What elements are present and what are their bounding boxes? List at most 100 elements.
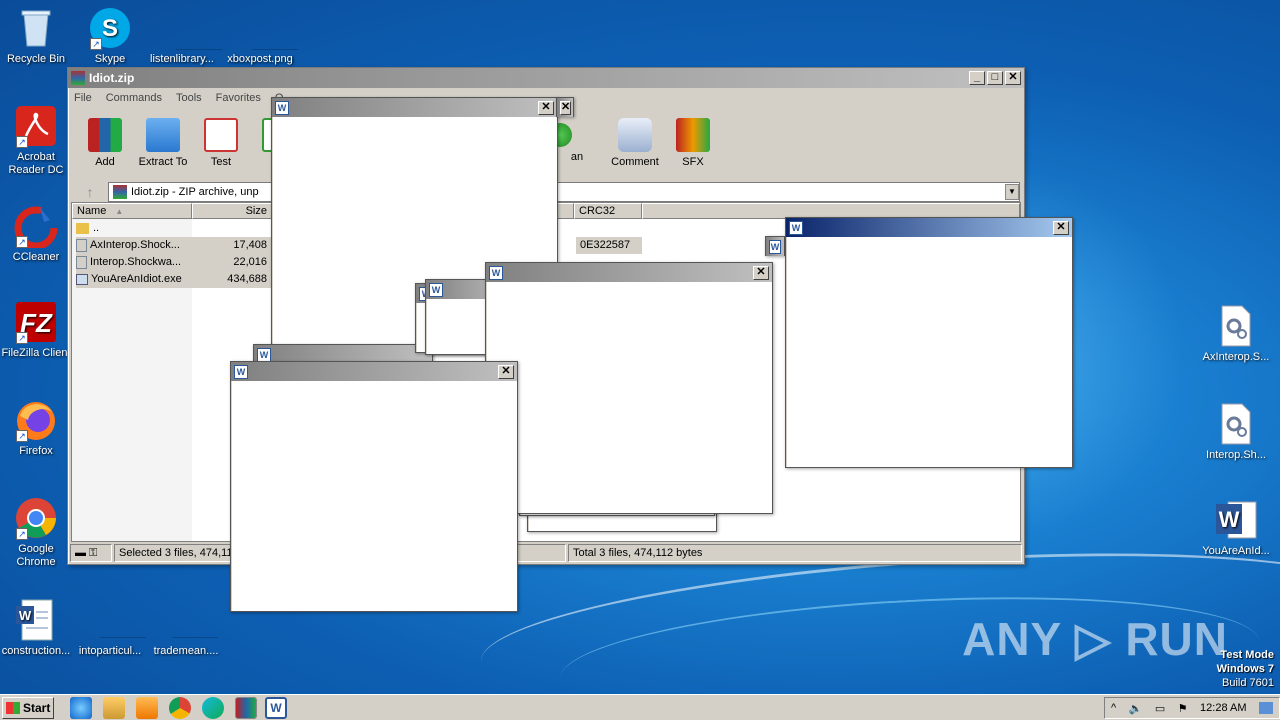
- idiot-popup-window[interactable]: ✕: [556, 97, 574, 117]
- word-taskbar-icon[interactable]: W: [265, 696, 287, 719]
- desktop-icon-chrome[interactable]: ↗ Google Chrome: [0, 496, 72, 569]
- action-center-flag-icon[interactable]: ⚑: [1178, 702, 1188, 715]
- file-icon: [88, 598, 146, 642]
- column-header-name[interactable]: Name ▲: [72, 203, 192, 219]
- file-crc: 0E322587: [576, 237, 642, 254]
- desktop-icon-xboxpost[interactable]: xboxpost.png: [224, 6, 298, 66]
- table-row[interactable]: Interop.Shockwa... 22,016: [76, 254, 271, 271]
- desktop-icon-interop[interactable]: Interop.Sh...: [1200, 402, 1272, 462]
- extract-label: Extract To: [138, 156, 188, 168]
- popup-title-bar[interactable]: W: [766, 237, 784, 256]
- ie-icon[interactable]: [70, 696, 92, 719]
- shortcut-arrow-icon: ↗: [90, 38, 102, 50]
- idiot-popup-window[interactable]: W ✕: [230, 361, 518, 612]
- tray-expand-icon[interactable]: ^: [1111, 702, 1116, 714]
- desktop-icon-firefox[interactable]: ↗ Firefox: [0, 398, 72, 458]
- idiot-popup-window-active[interactable]: W ✕: [785, 217, 1073, 468]
- shortcut-arrow-icon: ↗: [16, 528, 28, 540]
- word-doc-icon: W: [14, 598, 58, 642]
- word-icon: W: [789, 220, 803, 235]
- up-arrow-icon[interactable]: ↑: [72, 184, 108, 200]
- desktop-icon-acrobat[interactable]: ↗ Acrobat Reader DC: [0, 104, 72, 177]
- comment-button[interactable]: Comment: [606, 118, 664, 168]
- desktop-icon-trademean[interactable]: trademean....: [150, 598, 222, 658]
- idiot-popup-window[interactable]: W ✕: [485, 262, 773, 514]
- test-button[interactable]: Test: [192, 118, 250, 168]
- edge-icon[interactable]: [202, 696, 224, 719]
- add-button[interactable]: Add: [76, 118, 134, 168]
- windows-logo-icon: [6, 701, 20, 714]
- close-button[interactable]: ✕: [498, 364, 514, 379]
- chrome-icon[interactable]: [169, 696, 191, 719]
- network-icon[interactable]: ▭: [1155, 702, 1165, 715]
- shortcut-arrow-icon: ↗: [16, 236, 28, 248]
- file-name: Interop.Shockwa...: [90, 256, 182, 268]
- popup-title-bar[interactable]: W ✕: [231, 362, 517, 381]
- word-icon: W: [1214, 498, 1258, 542]
- desktop-icon-label: Recycle Bin: [6, 53, 66, 65]
- menu-favorites[interactable]: Favorites: [216, 92, 261, 104]
- dropdown-arrow-icon[interactable]: ▼: [1005, 184, 1019, 200]
- desktop-icon-listenlibrary[interactable]: listenlibrary...: [146, 6, 222, 66]
- close-button[interactable]: ✕: [538, 100, 554, 115]
- desktop-icon-label: trademean....: [153, 645, 219, 657]
- menu-commands[interactable]: Commands: [106, 92, 162, 104]
- start-button[interactable]: Start: [2, 696, 54, 719]
- zip-icon: [113, 185, 127, 199]
- drive-icon[interactable]: ▬ ⚿: [70, 544, 112, 562]
- desktop-icon-youareanidiot[interactable]: W YouAreAnId...: [1200, 498, 1272, 558]
- system-tray: ^ 🔈 ▭ ⚑ 12:28 AM: [1104, 697, 1280, 719]
- column-header-size[interactable]: Size: [192, 203, 272, 219]
- table-row[interactable]: YouAreAnIdiot.exe 434,688: [76, 271, 271, 288]
- word-icon: W: [489, 265, 503, 280]
- close-button[interactable]: ✕: [560, 100, 572, 115]
- popup-title-bar[interactable]: ✕: [557, 98, 573, 117]
- idiot-popup-window[interactable]: W: [765, 236, 785, 256]
- winrar-taskbar-icon[interactable]: [235, 696, 257, 719]
- desktop-icon-construction[interactable]: W construction...: [0, 598, 72, 658]
- list-item[interactable]: ..: [76, 220, 99, 237]
- desktop-icon-skype[interactable]: S ↗ Skype: [74, 6, 146, 66]
- popup-title-bar[interactable]: W ✕: [786, 218, 1072, 237]
- file-size: 434,688: [227, 273, 267, 285]
- media-player-icon[interactable]: [136, 696, 158, 719]
- shortcut-arrow-icon: ↗: [16, 332, 28, 344]
- show-desktop-icon[interactable]: [1258, 702, 1273, 714]
- svg-text:W: W: [1219, 507, 1240, 532]
- desktop-icon-intoparticul[interactable]: intoparticul...: [74, 598, 146, 658]
- address-field[interactable]: Idiot.zip - ZIP archive, unp ▼: [108, 182, 1020, 202]
- file-name: YouAreAnIdiot.exe: [91, 273, 182, 285]
- clock[interactable]: 12:28 AM: [1200, 702, 1246, 714]
- minimize-button[interactable]: _: [969, 71, 985, 85]
- image-file-icon: [238, 6, 298, 50]
- recycle-bin-icon: [14, 6, 58, 50]
- desktop-icon-recycle-bin[interactable]: Recycle Bin: [0, 6, 72, 66]
- explorer-folder-icon[interactable]: [103, 696, 125, 719]
- folder-up-icon: [76, 222, 89, 234]
- desktop-icon-ccleaner[interactable]: ↗ CCleaner: [0, 204, 72, 264]
- desktop-icon-label: AxInterop.S...: [1202, 351, 1270, 363]
- table-row[interactable]: AxInterop.Shock... 17,408: [76, 237, 271, 254]
- column-header-crc[interactable]: CRC32: [574, 203, 642, 219]
- dll-file-icon: [76, 238, 87, 252]
- close-button[interactable]: ✕: [1053, 220, 1069, 235]
- volume-icon[interactable]: 🔈: [1129, 702, 1143, 715]
- close-button[interactable]: ✕: [1005, 71, 1021, 85]
- title-bar[interactable]: Idiot.zip _ □ ✕: [68, 68, 1024, 88]
- menu-file[interactable]: File: [74, 92, 92, 104]
- desktop-icon-filezilla[interactable]: FZ ↗ FileZilla Client: [0, 300, 72, 360]
- desktop-icon-label: Interop.Sh...: [1206, 449, 1266, 461]
- popup-title-bar[interactable]: W ✕: [486, 263, 772, 282]
- close-button[interactable]: ✕: [753, 265, 769, 280]
- maximize-button[interactable]: □: [987, 71, 1003, 85]
- desktop-icon-label: listenlibrary...: [150, 53, 214, 65]
- desktop-icon-label: Google Chrome: [16, 543, 56, 568]
- desktop-icon-axinterop[interactable]: AxInterop.S...: [1200, 304, 1272, 364]
- desktop-icon-label: Skype: [94, 53, 126, 65]
- sfx-button[interactable]: SFX: [664, 118, 722, 168]
- menu-tools[interactable]: Tools: [176, 92, 202, 104]
- extract-to-button[interactable]: Extract To: [134, 118, 192, 168]
- popup-title-bar[interactable]: W ✕: [272, 98, 557, 117]
- svg-text:S: S: [102, 15, 118, 42]
- word-icon: W: [769, 239, 781, 254]
